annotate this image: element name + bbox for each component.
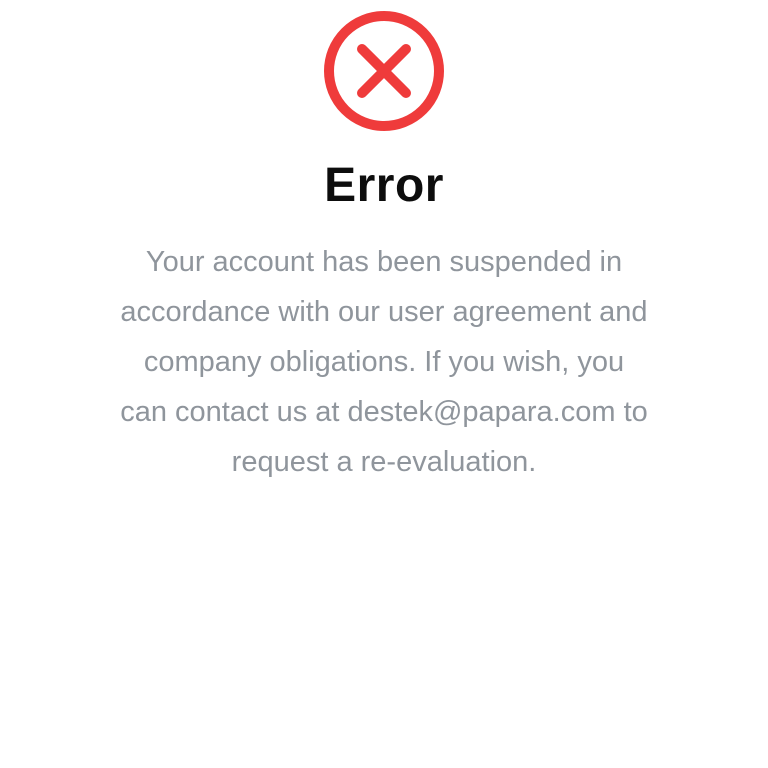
- error-x-circle-icon: [323, 10, 445, 132]
- error-message-line: company obligations. If you wish, you: [143, 346, 625, 378]
- error-title: Error: [324, 159, 444, 212]
- error-message-line: accordance with our user agreement and: [120, 296, 648, 328]
- error-message-line: Your account has been suspended in: [145, 246, 623, 278]
- error-message-line: can contact us at destek@papara.com to: [120, 396, 648, 428]
- error-message: Your account has been suspended in accor…: [60, 237, 708, 487]
- error-message-line: request a re-evaluation.: [231, 446, 537, 478]
- error-screen: Error Your account has been suspended in…: [0, 0, 768, 768]
